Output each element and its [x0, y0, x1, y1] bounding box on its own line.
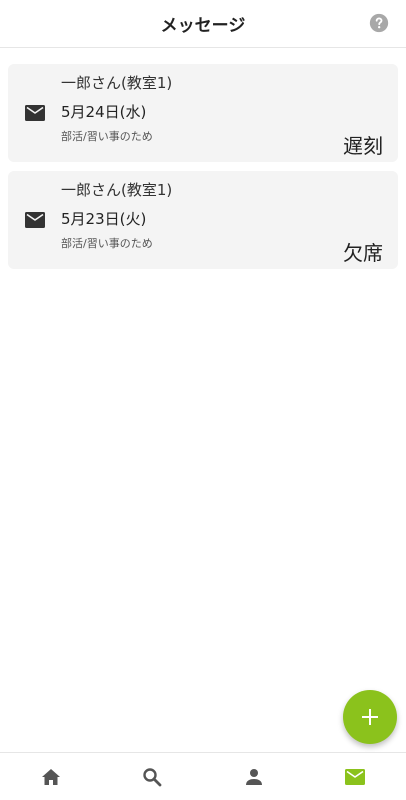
person-icon — [245, 768, 262, 785]
add-message-button[interactable] — [343, 690, 397, 744]
bottom-nav — [0, 752, 406, 800]
help-button[interactable] — [368, 12, 390, 34]
mail-icon — [25, 212, 45, 228]
message-date: 5月24日(水) — [61, 103, 147, 121]
app-root: メッセージ 一郎さん(教室1) 5月24日(水) 部活/習い事のため 遅刻 一郎… — [0, 0, 406, 800]
mail-icon — [25, 105, 45, 121]
message-reason: 部活/習い事のため — [61, 237, 153, 250]
app-header: メッセージ — [0, 0, 406, 48]
message-status: 遅刻 — [343, 134, 383, 158]
message-list: 一郎さん(教室1) 5月24日(水) 部活/習い事のため 遅刻 一郎さん(教室1… — [8, 64, 398, 278]
nav-profile[interactable] — [203, 753, 305, 800]
mail-icon — [345, 768, 366, 785]
plus-icon — [362, 709, 378, 725]
message-reason: 部活/習い事のため — [61, 130, 153, 143]
home-icon — [41, 768, 60, 785]
message-date: 5月23日(火) — [61, 210, 147, 228]
nav-messages[interactable] — [305, 753, 406, 800]
message-card[interactable]: 一郎さん(教室1) 5月23日(火) 部活/習い事のため 欠席 — [8, 171, 398, 269]
message-sender: 一郎さん(教室1) — [61, 181, 173, 199]
message-status: 欠席 — [343, 241, 383, 265]
nav-home[interactable] — [0, 753, 102, 800]
search-icon — [143, 767, 162, 786]
nav-search[interactable] — [102, 753, 204, 800]
message-sender: 一郎さん(教室1) — [61, 74, 173, 92]
help-circle-icon — [369, 13, 389, 33]
page-title: メッセージ — [160, 16, 246, 36]
message-card[interactable]: 一郎さん(教室1) 5月24日(水) 部活/習い事のため 遅刻 — [8, 64, 398, 162]
